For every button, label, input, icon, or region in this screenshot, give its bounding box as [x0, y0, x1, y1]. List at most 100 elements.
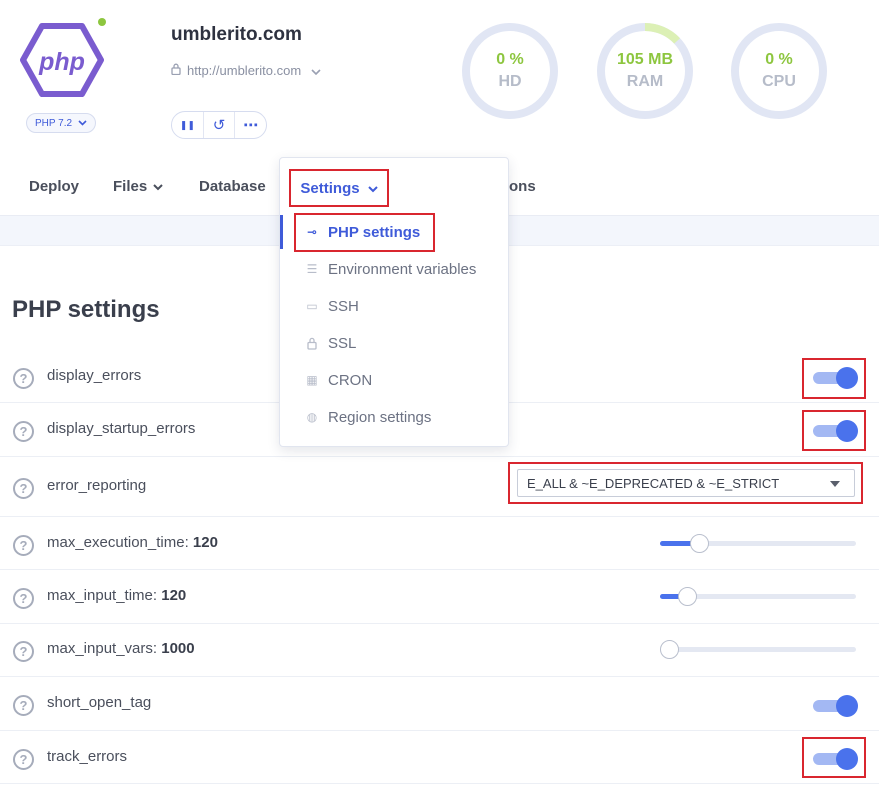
more-icon: ⋯ [243, 117, 259, 134]
menu-item-label: SSL [328, 334, 357, 352]
php-version-selector[interactable]: PHP 7.2 [26, 113, 97, 133]
setting-row-short-open-tag: ? short_open_tag [0, 677, 879, 731]
page-title: PHP settings [12, 296, 160, 323]
cpu-gauge: 0 % CPU [729, 21, 829, 121]
menu-item-label: Region settings [328, 408, 432, 426]
hd-gauge-label: HD [498, 73, 522, 90]
pause-icon: ❚❚ [179, 119, 195, 130]
menu-item-cron[interactable]: ▦ CRON [280, 363, 508, 397]
short-open-tag-toggle[interactable] [813, 695, 859, 717]
max-input-time-slider[interactable] [660, 586, 856, 606]
track-errors-toggle[interactable] [813, 748, 859, 770]
help-icon[interactable]: ? [13, 478, 34, 499]
help-icon[interactable]: ? [13, 588, 34, 609]
restart-icon: ↺ [212, 117, 226, 134]
setting-row-max-input-time: ? max_input_time: 120 [0, 570, 879, 624]
globe-icon: ◍ [306, 410, 318, 424]
select-value: E_ALL & ~E_DEPRECATED & ~E_STRICT [527, 475, 780, 491]
nav-database[interactable]: Database [199, 178, 266, 195]
setting-name: short_open_tag [47, 694, 152, 711]
sliders-icon: ☰ [306, 262, 318, 276]
display-errors-toggle[interactable] [813, 367, 859, 389]
menu-item-region-settings[interactable]: ◍ Region settings [280, 400, 508, 434]
ram-gauge-value: 105 MB [616, 51, 674, 68]
nav-deploy-label: Deploy [29, 178, 80, 195]
toggle-knob [836, 748, 858, 770]
setting-name: max_input_time: 120 [47, 587, 187, 604]
setting-name: display_errors [47, 367, 142, 384]
display-startup-errors-toggle[interactable] [813, 420, 859, 442]
setting-name: max_input_vars: 1000 [47, 640, 195, 657]
key-icon: ⊸ [306, 225, 318, 239]
nav-deploy[interactable]: Deploy [29, 178, 79, 195]
help-icon[interactable]: ? [13, 641, 34, 662]
setting-row-max-execution-time: ? max_execution_time: 120 [0, 517, 879, 570]
setting-row-track-errors: ? track_errors [0, 731, 879, 784]
max-execution-time-slider[interactable] [660, 533, 856, 553]
nav-settings-label: Settings [300, 179, 360, 197]
site-url-text: http://umblerito.com [187, 63, 302, 78]
help-icon[interactable]: ? [13, 749, 34, 770]
menu-item-label: Environment variables [328, 260, 477, 278]
setting-key: max_execution_time [47, 534, 185, 551]
app-controls: ❚❚ ↺ ⋯ [171, 111, 267, 139]
setting-value: 120 [192, 534, 218, 551]
toggle-knob [836, 367, 858, 389]
nav-files-label: Files [113, 178, 148, 195]
setting-row-max-input-vars: ? max_input_vars: 1000 [0, 624, 879, 677]
restart-button[interactable]: ↺ [204, 112, 236, 138]
cpu-gauge-value: 0 % [765, 51, 793, 68]
nav-settings[interactable]: Settings [289, 169, 389, 207]
chevron-down-icon [367, 180, 378, 197]
status-dot [98, 18, 106, 26]
lock-icon [304, 335, 320, 351]
chevron-down-icon [153, 178, 163, 195]
help-icon[interactable]: ? [13, 421, 34, 442]
cpu-gauge-label: CPU [762, 73, 796, 90]
php-logo: php [20, 22, 104, 98]
setting-name: track_errors [47, 748, 128, 765]
help-icon[interactable]: ? [13, 695, 34, 716]
php-logo-text: php [38, 48, 85, 76]
help-icon[interactable]: ? [13, 535, 34, 556]
nav-addons-partial[interactable]: ons [509, 178, 536, 195]
setting-name: error_reporting [47, 477, 147, 494]
slider-thumb[interactable] [689, 534, 709, 553]
hd-gauge-value: 0 % [496, 51, 524, 68]
more-button[interactable]: ⋯ [235, 112, 266, 138]
chevron-down-icon [78, 118, 87, 129]
site-title: umblerito.com [171, 24, 302, 45]
settings-dropdown: Settings ⊸ PHP settings ☰ Environment va… [279, 157, 509, 447]
setting-key: max_input_vars [47, 640, 153, 657]
setting-name: display_startup_errors [47, 420, 196, 437]
nav-addons-label: ons [509, 178, 536, 195]
menu-item-ssl[interactable]: SSL [280, 326, 508, 360]
menu-item-php-settings[interactable]: ⊸ PHP settings [280, 215, 508, 249]
menu-item-label: PHP settings [328, 223, 421, 241]
hd-gauge: 0 % HD [460, 21, 560, 121]
setting-row-error-reporting: ? error_reporting E_ALL & ~E_DEPRECATED … [0, 457, 879, 517]
slider-rail [660, 647, 856, 652]
help-icon[interactable]: ? [13, 368, 34, 389]
ram-gauge-label: RAM [626, 73, 664, 90]
menu-item-label: SSH [328, 297, 359, 315]
error-reporting-select[interactable]: E_ALL & ~E_DEPRECATED & ~E_STRICT [517, 469, 855, 497]
php-version-label: PHP 7.2 [35, 117, 73, 129]
max-input-vars-slider[interactable] [660, 639, 856, 659]
menu-item-environment-variables[interactable]: ☰ Environment variables [280, 252, 508, 286]
caret-down-icon [830, 481, 840, 487]
lock-icon [171, 63, 181, 78]
menu-item-ssh[interactable]: ▭ SSH [280, 289, 508, 323]
pause-button[interactable]: ❚❚ [172, 112, 204, 138]
ram-gauge: 105 MB RAM [595, 21, 695, 121]
site-url[interactable]: http://umblerito.com [171, 63, 321, 78]
chevron-down-icon[interactable] [311, 63, 321, 78]
nav-files[interactable]: Files [113, 178, 163, 195]
nav-database-label: Database [199, 178, 266, 195]
menu-item-label: CRON [328, 371, 373, 389]
setting-name: max_execution_time: 120 [47, 534, 218, 551]
toggle-knob [836, 420, 858, 442]
setting-value: 1000 [161, 640, 195, 657]
slider-thumb[interactable] [677, 587, 697, 606]
slider-thumb[interactable] [660, 640, 679, 659]
